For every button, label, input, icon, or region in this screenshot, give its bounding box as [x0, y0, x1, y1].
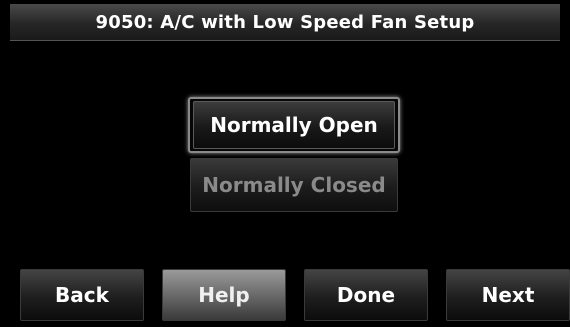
normally-open-button[interactable]: Normally Open	[188, 97, 400, 153]
done-button[interactable]: Done	[304, 269, 428, 321]
next-button[interactable]: Next	[446, 269, 570, 321]
normally-closed-button[interactable]: Normally Closed	[190, 158, 398, 212]
title-bar: 9050: A/C with Low Speed Fan Setup	[10, 4, 560, 41]
thermostat-screen: 9050: A/C with Low Speed Fan Setup Norma…	[0, 0, 570, 327]
back-button[interactable]: Back	[20, 269, 144, 321]
normally-open-label: Normally Open	[193, 101, 395, 149]
page-title: 9050: A/C with Low Speed Fan Setup	[95, 11, 475, 33]
help-button[interactable]: Help	[162, 269, 286, 321]
